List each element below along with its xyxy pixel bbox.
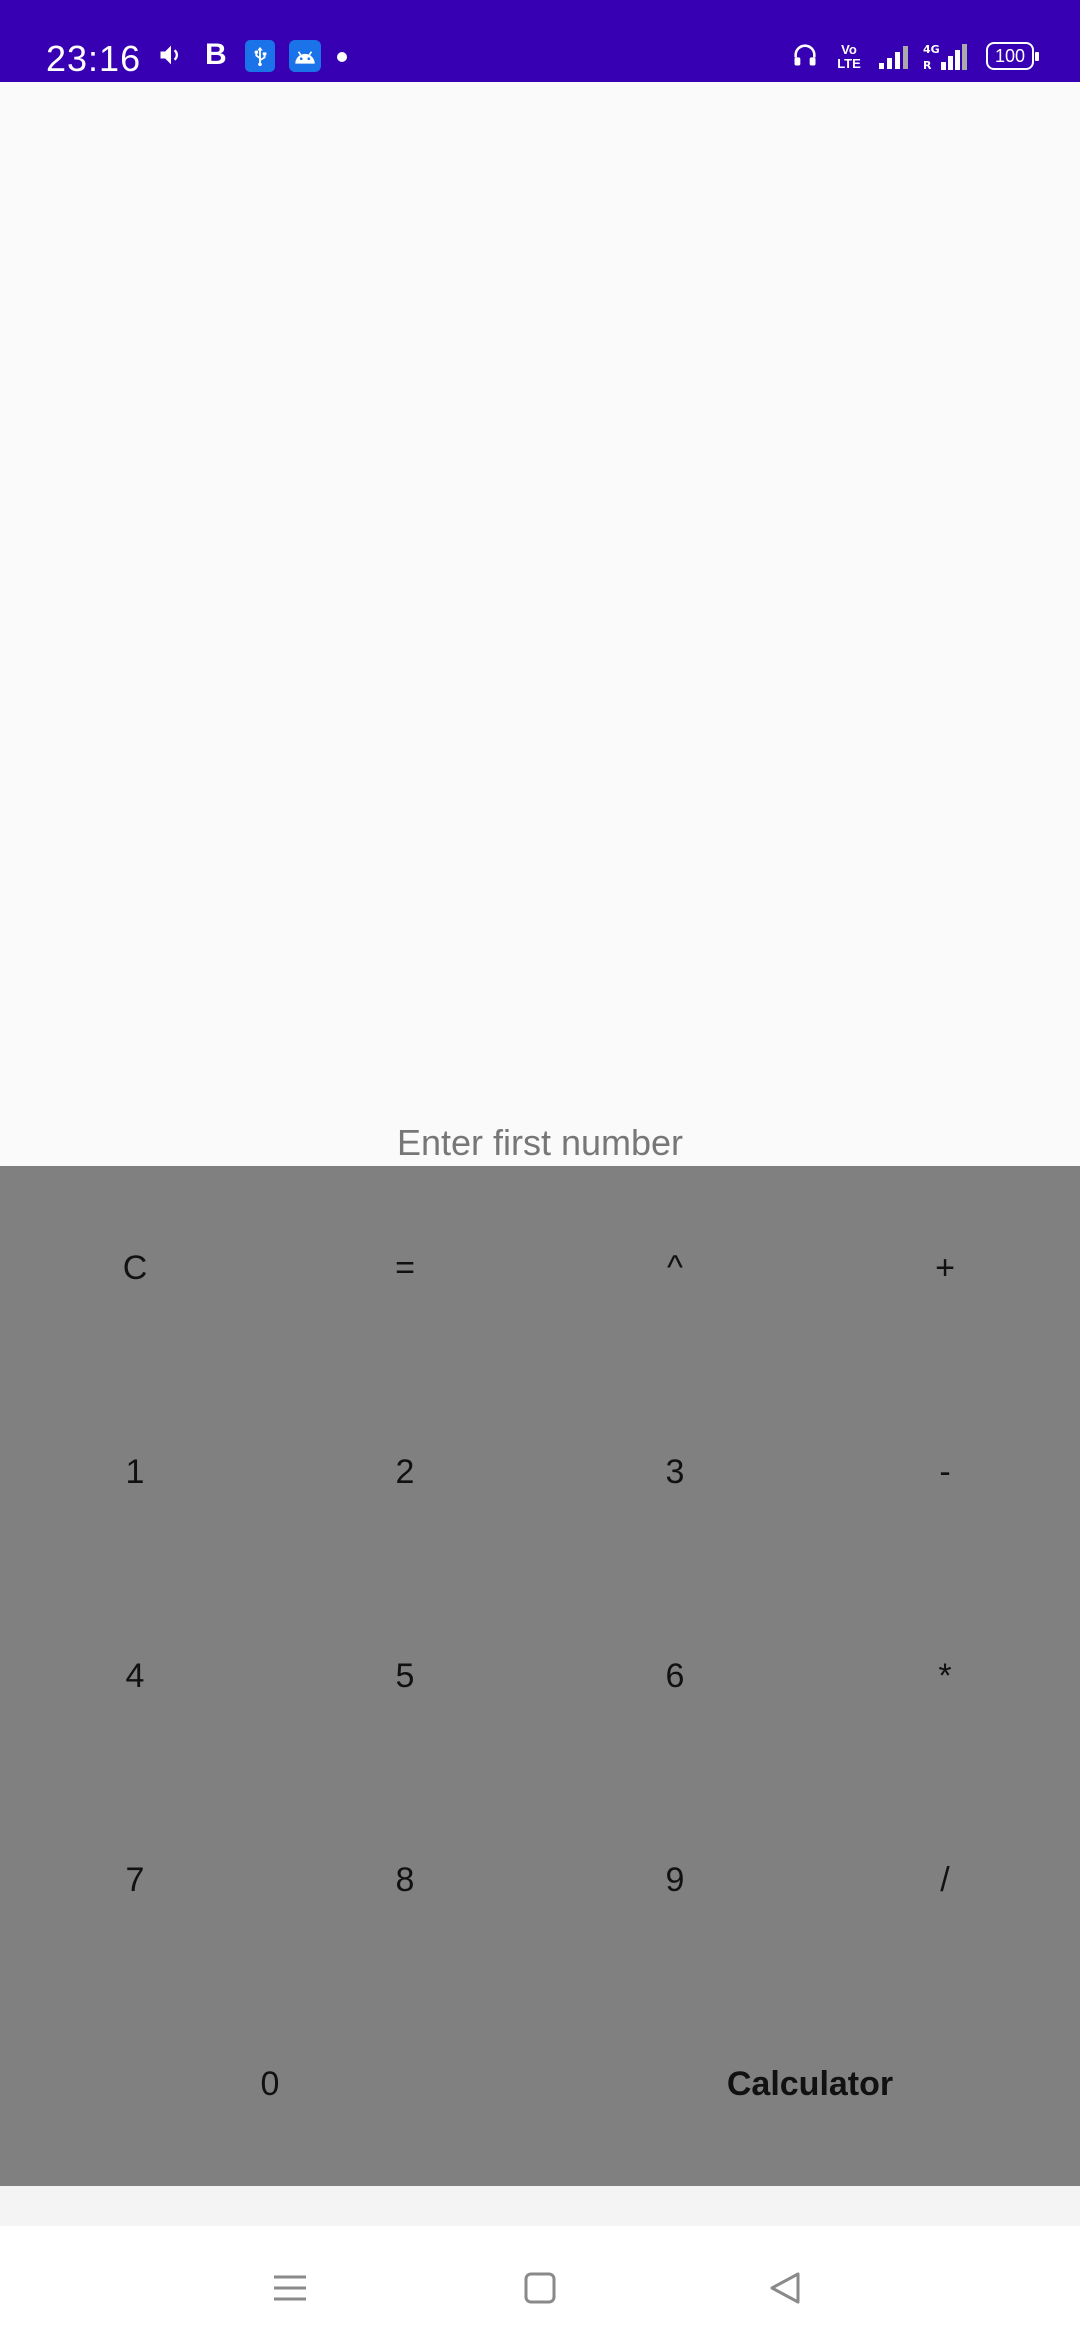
volume-icon — [156, 40, 186, 70]
bold-b-icon: B — [205, 38, 227, 71]
status-time: 23:16 — [46, 38, 142, 79]
add-button[interactable]: + — [810, 1166, 1080, 1370]
keypad: C = ^ + 1 2 3 - 4 5 6 * 7 8 9 / 0 Calcul… — [0, 1166, 1080, 2186]
4g-signal-icon: 4G R — [920, 40, 972, 74]
digit-6-button[interactable]: 6 — [540, 1574, 810, 1778]
battery-icon: 100 — [986, 42, 1039, 70]
digit-1-button[interactable]: 1 — [0, 1370, 270, 1574]
signal-icon — [876, 40, 912, 74]
svg-text:4G: 4G — [923, 43, 940, 56]
usb-icon — [245, 40, 275, 72]
dot-icon — [337, 52, 347, 62]
power-button[interactable]: ^ — [540, 1166, 810, 1370]
digit-5-button[interactable]: 5 — [270, 1574, 540, 1778]
headphones-icon — [790, 40, 820, 70]
menu-icon[interactable] — [260, 2258, 320, 2318]
digit-8-button[interactable]: 8 — [270, 1778, 540, 1982]
volte-bottom-label: LTE — [837, 56, 861, 71]
android-icon — [289, 40, 321, 72]
digit-9-button[interactable]: 9 — [540, 1778, 810, 1982]
first-number-input[interactable] — [0, 1122, 1080, 1164]
calculator-display — [0, 82, 1080, 1166]
volte-top-label: Vo — [841, 42, 857, 57]
digit-2-button[interactable]: 2 — [270, 1370, 540, 1574]
volte-icon: Vo LTE — [832, 40, 866, 74]
digit-4-button[interactable]: 4 — [0, 1574, 270, 1778]
digit-0-button[interactable]: 0 — [0, 1982, 540, 2186]
navigation-bar — [0, 2226, 1080, 2340]
digit-7-button[interactable]: 7 — [0, 1778, 270, 1982]
nav-gap — [0, 2186, 1080, 2226]
clear-button[interactable]: C — [0, 1166, 270, 1370]
home-icon[interactable] — [510, 2258, 570, 2318]
multiply-button[interactable]: * — [810, 1574, 1080, 1778]
divide-button[interactable]: / — [810, 1778, 1080, 1982]
digit-3-button[interactable]: 3 — [540, 1370, 810, 1574]
equals-button[interactable]: = — [270, 1166, 540, 1370]
subtract-button[interactable]: - — [810, 1370, 1080, 1574]
svg-text:R: R — [923, 59, 932, 72]
calculator-title: Calculator — [726, 2064, 894, 2103]
back-icon[interactable] — [755, 2258, 815, 2318]
status-bar: 23:16 B Vo LTE 4G R 100 — [0, 0, 1080, 82]
